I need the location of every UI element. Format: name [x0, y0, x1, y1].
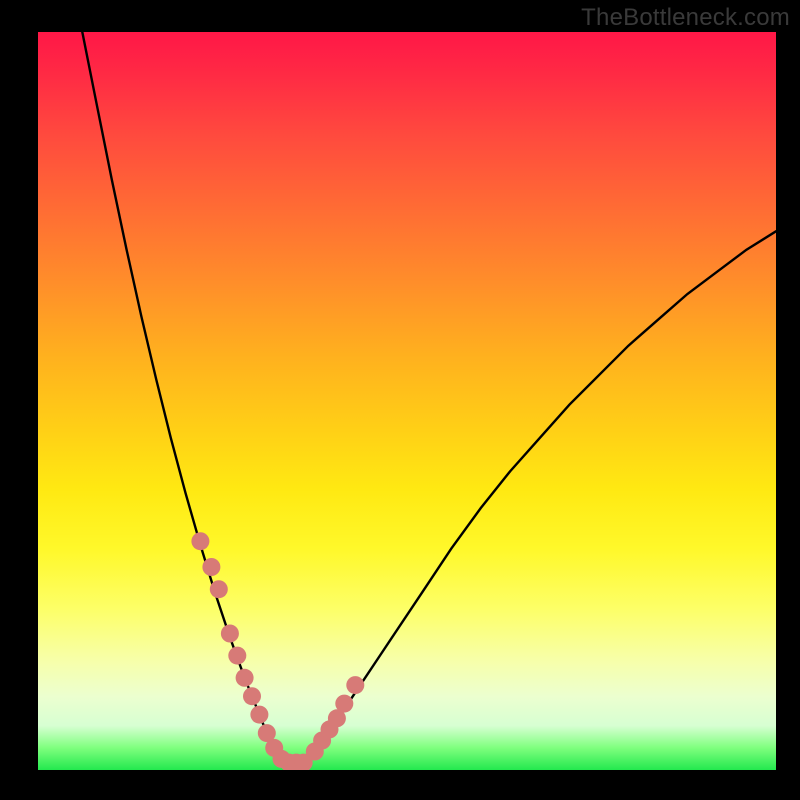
- highlight-dot: [221, 625, 239, 643]
- highlight-dot: [202, 558, 220, 576]
- highlight-dot: [243, 687, 261, 705]
- highlight-dot: [236, 669, 254, 687]
- bottleneck-curve: [82, 32, 776, 763]
- highlight-dot: [210, 580, 228, 598]
- highlight-dot: [191, 532, 209, 550]
- highlight-dot: [250, 706, 268, 724]
- chart-frame: TheBottleneck.com: [0, 0, 800, 800]
- highlight-dot: [228, 647, 246, 665]
- highlight-dot: [346, 676, 364, 694]
- watermark-text: TheBottleneck.com: [581, 4, 790, 32]
- highlight-dots: [191, 532, 364, 770]
- plot-svg: [38, 32, 776, 770]
- highlight-dot: [335, 695, 353, 713]
